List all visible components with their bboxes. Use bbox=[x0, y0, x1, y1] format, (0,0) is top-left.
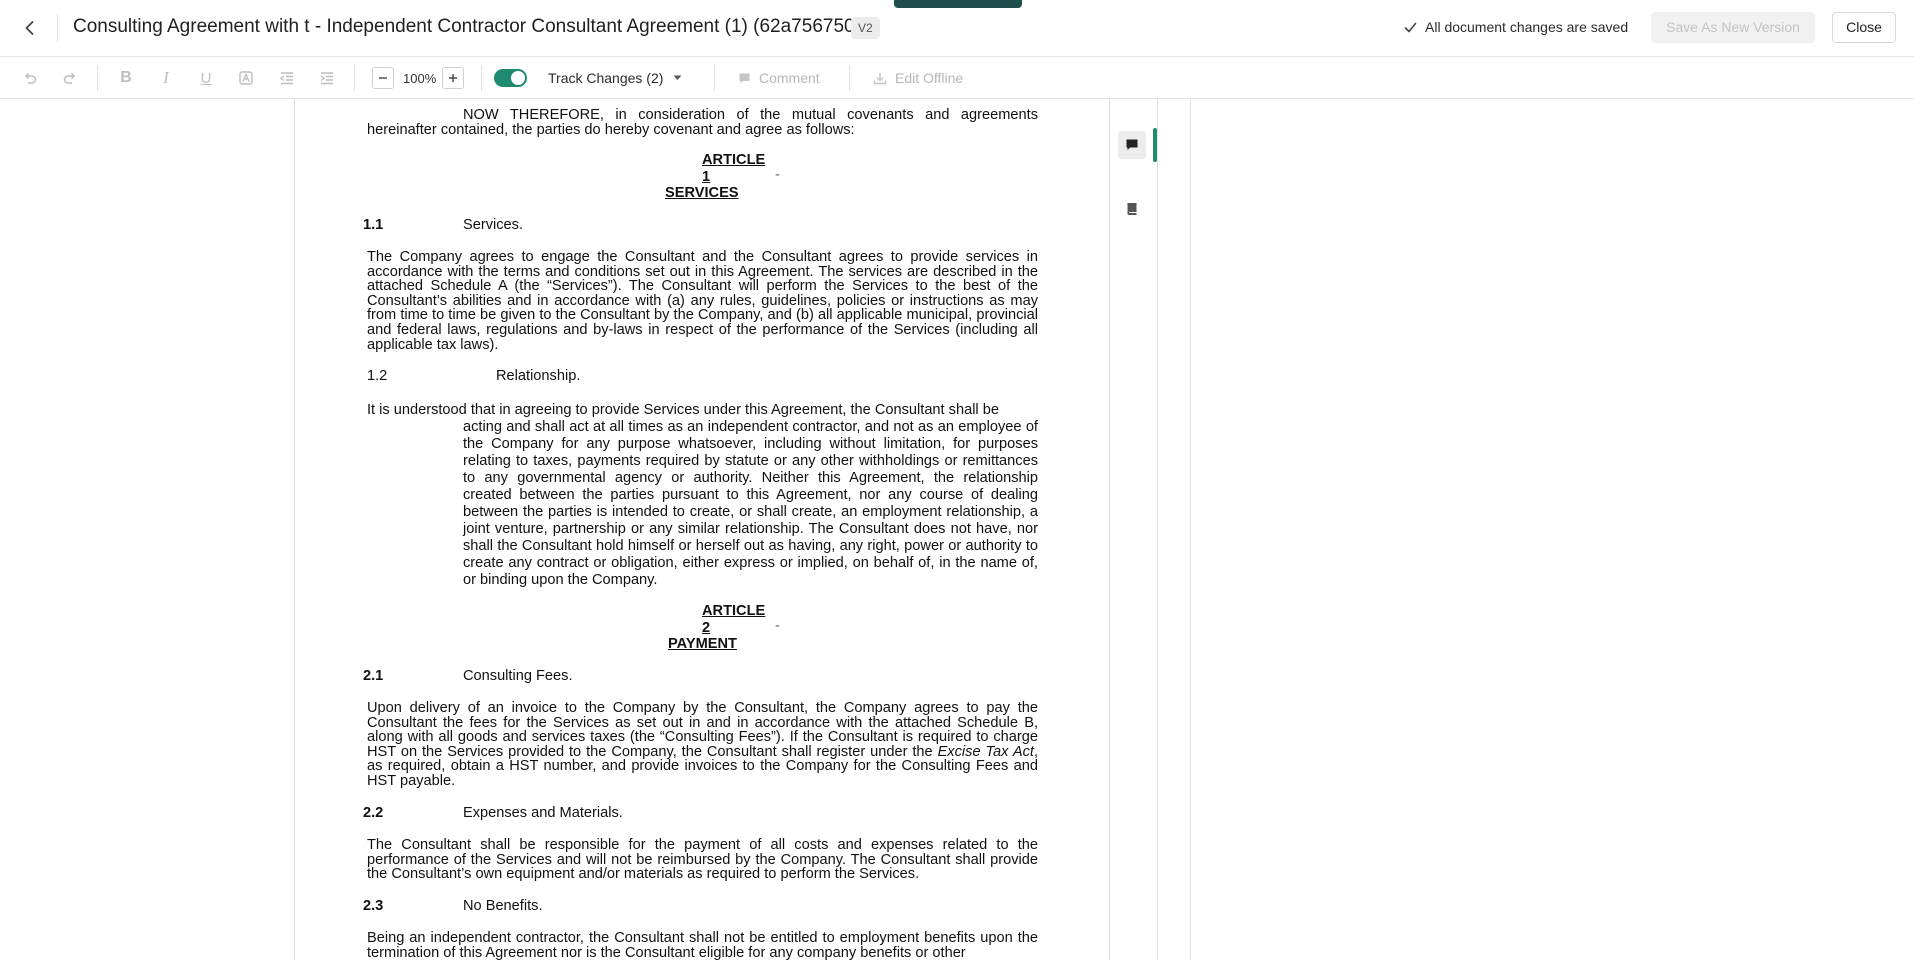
zoom-level: 100% bbox=[403, 57, 436, 99]
book-icon bbox=[1127, 203, 1137, 215]
save-status-text: All document changes are saved bbox=[1425, 19, 1629, 35]
article-1-word: ARTICLE bbox=[702, 152, 766, 168]
version-badge: V2 bbox=[851, 17, 880, 39]
article-2-title: PAYMENT bbox=[668, 636, 737, 652]
outdent-icon bbox=[275, 66, 299, 90]
underline-button[interactable]: U bbox=[194, 57, 218, 99]
zoom-value: 100% bbox=[403, 70, 437, 86]
section-1-2-heading: Relationship. bbox=[496, 368, 581, 384]
underline-icon: U bbox=[200, 69, 212, 87]
editor-toolbar: B I U 100% Track Changes (2) Comment Edi… bbox=[0, 57, 1914, 99]
arrow-left-icon bbox=[25, 21, 34, 35]
comment-label: Comment bbox=[759, 70, 820, 86]
bold-button[interactable]: B bbox=[114, 57, 138, 99]
section-2-2-heading: Expenses and Materials. bbox=[463, 805, 623, 821]
section-2-2-number: 2.2 bbox=[363, 805, 384, 821]
section-1-2-body[interactable]: acting and shall act at all times as an … bbox=[463, 419, 1038, 589]
undo-icon bbox=[18, 66, 42, 90]
zoom-out-button[interactable] bbox=[372, 57, 394, 99]
article-1-mark: - bbox=[775, 167, 780, 183]
back-button[interactable] bbox=[16, 14, 44, 42]
toolbar-separator bbox=[481, 65, 482, 91]
chevron-down-icon bbox=[673, 75, 682, 80]
section-2-3-heading: No Benefits. bbox=[463, 898, 543, 914]
outdent-button[interactable] bbox=[275, 57, 299, 99]
header-active-tab[interactable] bbox=[894, 0, 1022, 8]
app-header: Consulting Agreement with t - Independen… bbox=[0, 0, 1914, 57]
save-as-new-version-button[interactable]: Save As New Version bbox=[1651, 12, 1815, 43]
redo-button[interactable] bbox=[58, 57, 82, 99]
section-2-1-number: 2.1 bbox=[363, 668, 384, 684]
header-divider bbox=[57, 14, 58, 42]
section-2-2-body[interactable]: The Consultant shall be responsible for … bbox=[367, 838, 1038, 882]
font-color-icon bbox=[234, 66, 258, 90]
outline-panel-button[interactable] bbox=[1118, 195, 1146, 223]
italic-button[interactable]: I bbox=[154, 57, 178, 99]
indent-icon bbox=[315, 66, 339, 90]
intro-paragraph[interactable]: NOW THEREFORE, in consideration of the m… bbox=[367, 108, 1038, 137]
document-page[interactable]: NOW THEREFORE, in consideration of the m… bbox=[294, 99, 1110, 960]
side-panel bbox=[1158, 99, 1191, 960]
toolbar-separator bbox=[849, 65, 850, 91]
section-2-1-heading: Consulting Fees. bbox=[463, 668, 573, 684]
italic-icon: I bbox=[163, 68, 169, 87]
section-2-1-body[interactable]: Upon delivery of an invoice to the Compa… bbox=[367, 701, 1038, 789]
article-2-word: ARTICLE bbox=[702, 603, 766, 619]
edit-offline-button[interactable]: Edit Offline bbox=[873, 57, 963, 99]
article-1-title: SERVICES bbox=[665, 185, 739, 201]
toolbar-separator bbox=[97, 65, 98, 91]
comments-panel-button[interactable] bbox=[1118, 131, 1146, 159]
section-1-1-heading: Services. bbox=[463, 217, 524, 233]
toggle-switch[interactable] bbox=[494, 69, 527, 87]
section-1-1-body[interactable]: The Company agrees to engage the Consult… bbox=[367, 250, 1038, 352]
font-color-button[interactable] bbox=[234, 57, 258, 99]
track-changes-dropdown[interactable]: Track Changes (2) bbox=[548, 57, 682, 99]
section-2-3-number: 2.3 bbox=[363, 898, 384, 914]
comment-icon bbox=[1126, 139, 1138, 150]
save-status: All document changes are saved bbox=[1404, 19, 1628, 35]
zoom-in-button[interactable] bbox=[442, 57, 464, 99]
redo-icon bbox=[58, 66, 82, 90]
section-2-1-body-italic: Excise Tax Act bbox=[937, 743, 1034, 760]
zoom-out-icon bbox=[372, 67, 394, 89]
review-rail bbox=[1110, 99, 1158, 960]
article-1-number: 1 bbox=[702, 169, 711, 185]
undo-button[interactable] bbox=[18, 57, 42, 99]
article-2-number: 2 bbox=[702, 620, 711, 636]
edit-offline-label: Edit Offline bbox=[895, 70, 964, 86]
track-changes-label: Track Changes (2) bbox=[548, 70, 664, 86]
section-1-2-number: 1.2 bbox=[367, 368, 388, 384]
check-icon bbox=[1404, 22, 1417, 32]
toolbar-separator bbox=[354, 65, 355, 91]
comment-icon bbox=[739, 73, 750, 83]
bold-icon: B bbox=[120, 69, 132, 86]
section-2-3-body[interactable]: Being an independent contractor, the Con… bbox=[367, 931, 1038, 960]
zoom-in-icon bbox=[442, 67, 464, 89]
section-1-2-body-lead[interactable]: It is understood that in agreeing to pro… bbox=[367, 402, 1038, 419]
indent-button[interactable] bbox=[315, 57, 339, 99]
document-canvas[interactable]: NOW THEREFORE, in consideration of the m… bbox=[0, 99, 1914, 960]
toolbar-separator bbox=[714, 65, 715, 91]
active-panel-indicator bbox=[1153, 128, 1157, 162]
download-icon bbox=[873, 72, 887, 84]
document-title: Consulting Agreement with t - Independen… bbox=[73, 16, 872, 37]
comment-button[interactable]: Comment bbox=[738, 57, 820, 99]
close-button[interactable]: Close bbox=[1832, 12, 1896, 43]
section-1-1-number: 1.1 bbox=[363, 217, 384, 233]
track-changes-toggle[interactable] bbox=[494, 57, 527, 99]
article-2-mark: - bbox=[775, 618, 780, 634]
